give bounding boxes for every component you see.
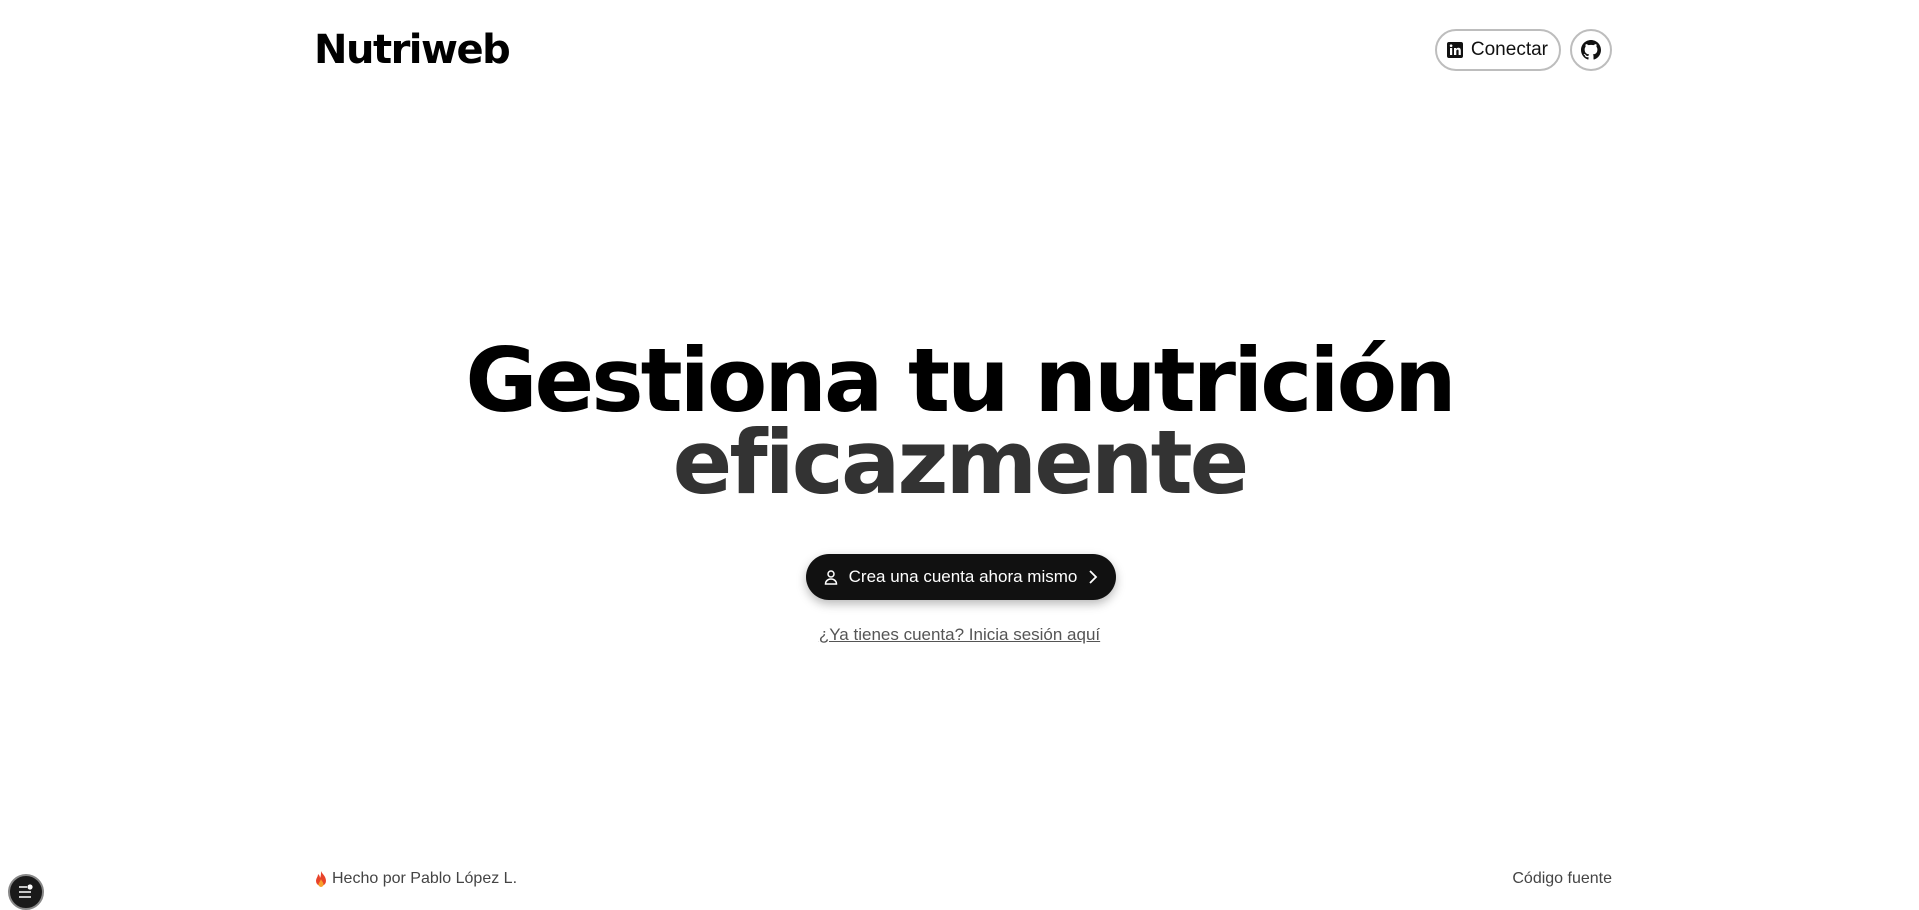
fire-icon xyxy=(314,870,328,888)
floating-settings-button[interactable] xyxy=(8,874,44,910)
site-footer: Hecho por Pablo López L. Código fuente xyxy=(314,868,1612,890)
hero-title: Gestiona tu nutrición xyxy=(465,329,1456,432)
chevron-right-icon xyxy=(1087,569,1099,585)
login-link-container: ¿Ya tienes cuenta? Inicia sesión aquí xyxy=(0,625,1919,645)
brand-logo[interactable]: Nutriweb xyxy=(314,27,511,73)
made-by-text: Hecho por Pablo López L. xyxy=(332,870,518,887)
user-icon xyxy=(823,569,839,585)
linkedin-icon xyxy=(1446,42,1463,58)
create-account-label: Crea una cuenta ahora mismo xyxy=(848,567,1078,586)
hero: Gestiona tu nutrición eficazmente xyxy=(0,329,1919,514)
site-header: Nutriweb Conectar xyxy=(314,24,1612,76)
connect-label: Conectar xyxy=(1470,39,1548,60)
github-button[interactable] xyxy=(1570,29,1612,71)
hero-subtitle: eficazmente xyxy=(672,411,1250,514)
github-icon xyxy=(1581,40,1601,60)
source-code-link[interactable]: Código fuente xyxy=(1512,870,1612,888)
login-link[interactable]: ¿Ya tienes cuenta? Inicia sesión aquí xyxy=(819,625,1100,644)
linkedin-connect-button[interactable]: Conectar xyxy=(1434,29,1561,71)
settings-sliders-icon xyxy=(17,884,35,900)
header-actions: Conectar xyxy=(1434,29,1612,71)
made-by: Hecho por Pablo López L. xyxy=(314,870,517,888)
create-account-button[interactable]: Crea una cuenta ahora mismo xyxy=(806,554,1116,600)
